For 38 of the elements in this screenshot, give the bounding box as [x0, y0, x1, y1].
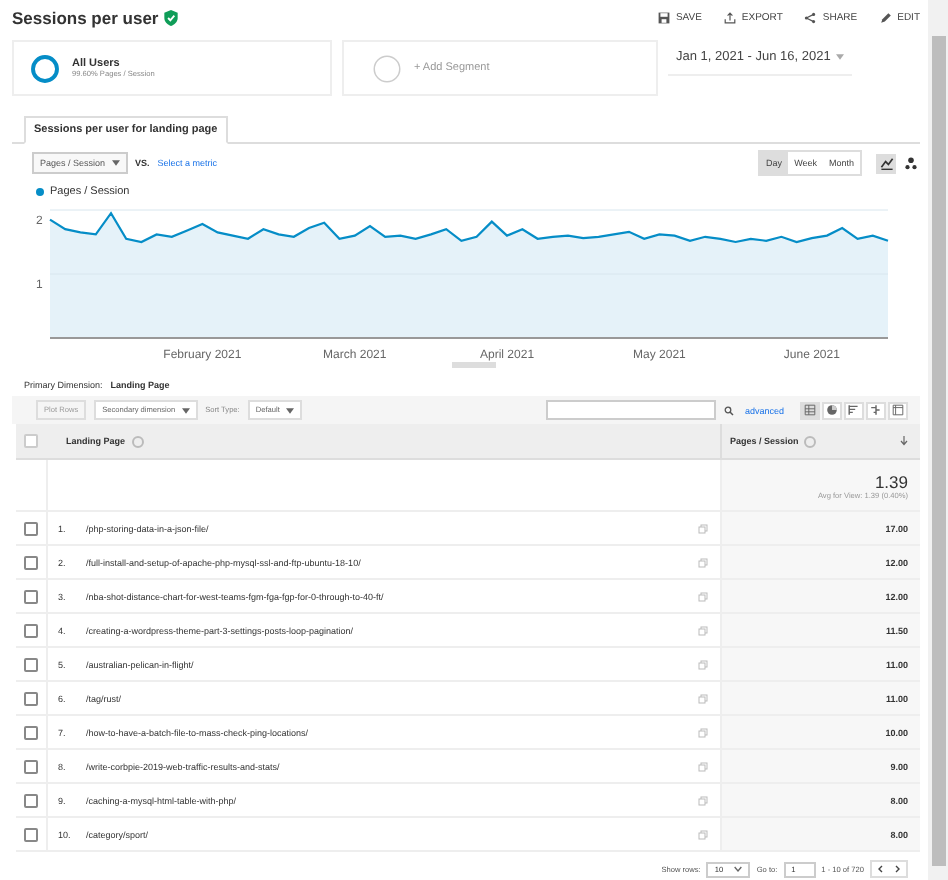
export-icon: [723, 12, 736, 24]
caret-icon: [181, 407, 190, 413]
row-checkbox[interactable]: [24, 555, 38, 569]
row-checkbox[interactable]: [24, 589, 38, 603]
row-checkbox[interactable]: [24, 521, 38, 535]
total-value: 1.39: [874, 471, 908, 491]
pivot-view-button[interactable]: [888, 401, 908, 419]
caret-icon: [111, 160, 120, 166]
line-chart-button[interactable]: [876, 153, 896, 173]
previous-page-icon[interactable]: [876, 864, 886, 874]
performance-view-button[interactable]: [844, 401, 864, 419]
chevron-down-icon: [734, 866, 743, 872]
select-all-checkbox[interactable]: [24, 434, 38, 448]
row-checkbox[interactable]: [24, 657, 38, 671]
caret-icon: [285, 407, 294, 413]
share-icon: [804, 12, 817, 24]
pencil-icon: [879, 12, 892, 24]
report-title: Sessions per user: [12, 8, 159, 28]
motion-chart-button[interactable]: [900, 153, 920, 173]
caret-icon: [836, 54, 845, 60]
row-checkbox[interactable]: [24, 691, 38, 705]
row-checkbox[interactable]: [24, 725, 38, 739]
row-checkbox[interactable]: [24, 759, 38, 773]
save-icon: [657, 12, 670, 24]
pie-view-button[interactable]: [822, 401, 842, 419]
chart-resize-handle[interactable]: [452, 362, 496, 368]
table-view-button[interactable]: [800, 401, 820, 419]
scrollbar[interactable]: [928, 0, 948, 880]
sort-arrow-icon[interactable]: [900, 436, 908, 446]
ring-icon: [30, 53, 60, 83]
row-checkbox[interactable]: [24, 623, 38, 637]
row-checkbox[interactable]: [24, 827, 38, 841]
row-checkbox[interactable]: [24, 793, 38, 807]
shield-check-icon: [164, 10, 179, 26]
comparison-view-button[interactable]: [866, 401, 886, 419]
empty-circle-icon: [372, 53, 402, 83]
next-page-icon[interactable]: [892, 864, 902, 874]
search-icon[interactable]: [724, 405, 735, 415]
